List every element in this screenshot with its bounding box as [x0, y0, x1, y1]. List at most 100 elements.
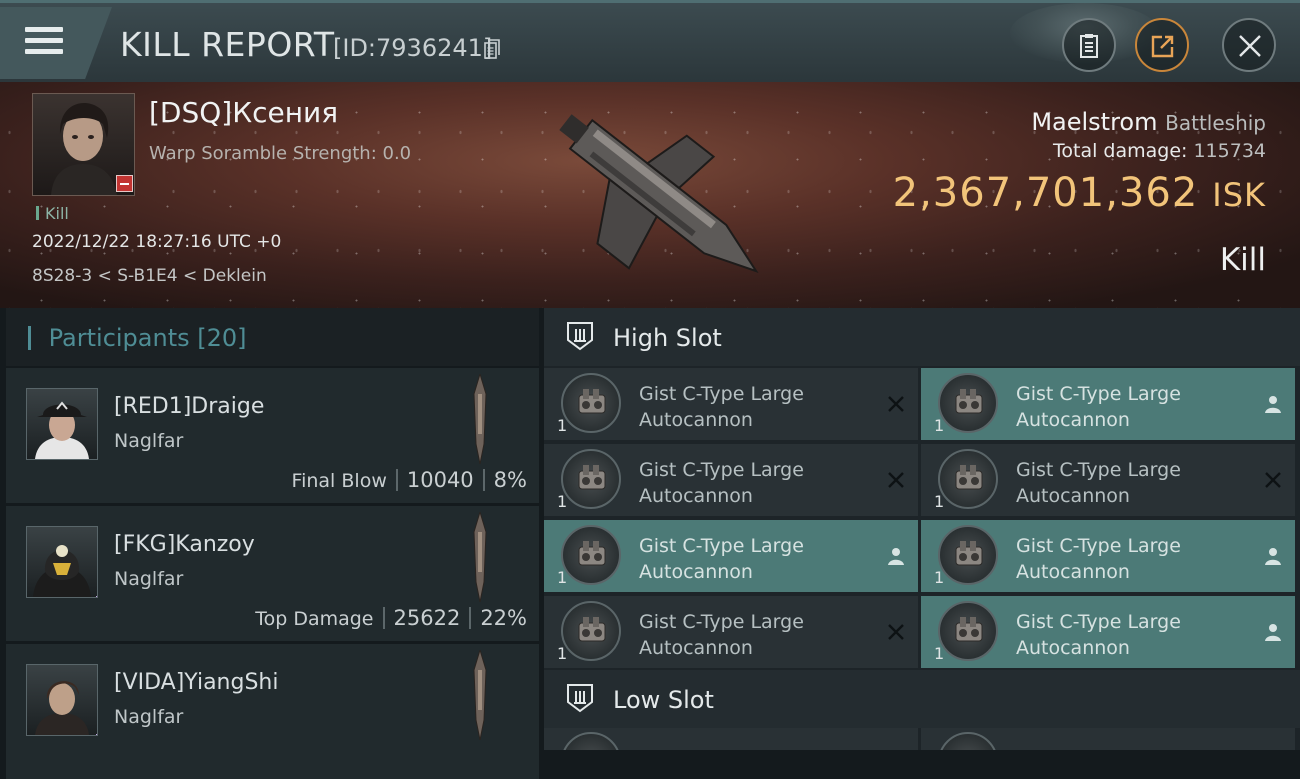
kill-location: 8S28-3 < S-B1E4 < Deklein — [32, 266, 267, 286]
low-slot-header: Low Slot — [544, 670, 1300, 728]
corp-badge-icon — [96, 734, 97, 735]
participant-avatar — [26, 526, 98, 598]
participant-stat-label: Final Blow — [291, 470, 387, 492]
low-slot-icon — [567, 684, 593, 713]
participant-damage: 25622 — [393, 606, 461, 630]
low-slot-item[interactable] — [544, 728, 918, 750]
participant-ship: Naglfar — [114, 706, 184, 728]
autocannon-module-icon — [938, 373, 998, 433]
high-slot-header: High Slot — [544, 308, 1300, 366]
autocannon-module-icon — [561, 373, 621, 433]
dropped-person-icon — [888, 548, 904, 565]
destroyed-x-icon — [888, 472, 904, 488]
kill-tag: Kill — [36, 204, 69, 223]
participant-card[interactable]: [RED1]Draige Naglfar Final Blow 10040 8% — [6, 368, 539, 503]
corp-badge-icon — [96, 596, 97, 597]
high-slot-item[interactable]: 1 Gist C-Type Large Autocannon — [544, 520, 918, 592]
high-slot-icon — [567, 322, 593, 351]
participants-label: Participants — [48, 324, 190, 352]
module-quantity: 1 — [934, 568, 945, 587]
participant-ship-image — [473, 512, 487, 602]
participant-percent: 22% — [480, 606, 527, 630]
menu-button[interactable] — [0, 7, 112, 79]
high-slot-item[interactable]: 1 Gist C-Type Large Autocannon — [921, 368, 1295, 440]
participants-header[interactable]: Participants [20] — [6, 308, 539, 366]
warp-scramble-strength: Warp Soramble Strength: 0.0 — [149, 143, 412, 164]
kill-datetime: 2022/12/22 18:27:16 UTC +0 — [32, 232, 282, 252]
module-icon — [561, 732, 621, 750]
module-quantity: 1 — [557, 492, 568, 511]
total-damage: Total damage: 115734 — [1053, 140, 1266, 162]
ship-name: Maelstrom — [1031, 108, 1158, 136]
high-slot-item[interactable]: 1 Gist C-Type Large Autocannon — [544, 368, 918, 440]
kill-result: Kill — [1219, 242, 1266, 278]
copy-icon[interactable] — [484, 39, 500, 59]
module-quantity: 1 — [934, 644, 945, 663]
module-name: Gist C-Type Large Autocannon — [1016, 383, 1181, 431]
participant-avatar — [26, 664, 98, 736]
autocannon-module-icon — [938, 449, 998, 509]
destroyed-x-icon — [888, 624, 904, 640]
clipboard-button[interactable] — [1062, 18, 1116, 72]
high-slot-item[interactable]: 1 Gist C-Type Large Autocannon — [921, 444, 1295, 516]
module-name: Gist C-Type Large Autocannon — [639, 459, 804, 507]
participants-title: Participants [20] — [28, 324, 247, 352]
module-name: Gist C-Type Large Autocannon — [1016, 535, 1181, 583]
autocannon-module-icon — [938, 525, 998, 585]
participant-card[interactable]: [FKG]Kanzoy Naglfar Top Damage 25622 22% — [6, 506, 539, 641]
participant-ship-image — [473, 374, 487, 464]
module-quantity: 1 — [934, 416, 945, 435]
close-button[interactable] — [1222, 18, 1276, 72]
high-slot-item[interactable]: 1 Gist C-Type Large Autocannon — [544, 596, 918, 668]
autocannon-module-icon — [938, 601, 998, 661]
total-damage-value: 115734 — [1193, 140, 1266, 162]
high-slot-item[interactable]: 1 Gist C-Type Large Autocannon — [544, 444, 918, 516]
low-slot-item[interactable] — [921, 728, 1295, 750]
destroyed-x-icon — [1265, 472, 1281, 488]
participants-panel: Participants [20] [RED1]Draige Naglfar F… — [6, 308, 539, 779]
autocannon-module-icon — [561, 601, 621, 661]
module-name: Gist C-Type Large Autocannon — [639, 383, 804, 431]
participant-percent: 8% — [493, 468, 527, 492]
close-icon — [1239, 35, 1261, 57]
participant-ship: Naglfar — [114, 568, 184, 590]
high-slot-label: High Slot — [613, 324, 722, 352]
participant-avatar — [26, 388, 98, 460]
victim-ship-image[interactable] — [520, 86, 800, 306]
isk-amount: 2,367,701,362 — [892, 170, 1199, 216]
share-icon — [1151, 35, 1174, 58]
isk-unit: ISK — [1212, 176, 1266, 214]
participant-stats: Final Blow 10040 8% — [292, 468, 527, 492]
fitting-panel: High Slot 1 Gist C-Type Large Autocannon 1… — [544, 308, 1300, 750]
victim-ship: Maelstrom Battleship — [1031, 108, 1266, 136]
victim-banner: [DSQ]Ксения Warp Soramble Strength: 0.0 … — [0, 82, 1300, 308]
module-quantity: 1 — [557, 568, 568, 587]
participant-card[interactable]: [VIDA]YiangShi Naglfar — [6, 644, 539, 779]
victim-name[interactable]: [DSQ]Ксения — [149, 96, 338, 129]
header-bar: KILL REPORT [ID:7936241] — [0, 0, 1300, 85]
participant-name: [RED1]Draige — [114, 394, 265, 419]
high-slot-item[interactable]: 1 Gist C-Type Large Autocannon — [921, 520, 1295, 592]
dropped-person-icon — [1265, 624, 1281, 641]
module-quantity: 1 — [934, 492, 945, 511]
module-name: Gist C-Type Large Autocannon — [639, 611, 804, 659]
ship-class: Battleship — [1165, 111, 1266, 135]
participant-stats: Top Damage 25622 22% — [255, 606, 527, 630]
module-quantity: 1 — [557, 416, 568, 435]
share-button[interactable] — [1135, 18, 1189, 72]
destroyed-x-icon — [888, 396, 904, 412]
menu-icon — [25, 27, 63, 59]
high-slot-item[interactable]: 1 Gist C-Type Large Autocannon — [921, 596, 1295, 668]
hostile-badge — [116, 175, 133, 192]
low-slot-label: Low Slot — [613, 686, 714, 714]
participant-name: [FKG]Kanzoy — [114, 532, 255, 557]
autocannon-module-icon — [561, 525, 621, 585]
participant-name: [VIDA]YiangShi — [114, 670, 279, 695]
total-damage-label: Total damage: — [1053, 140, 1188, 162]
module-quantity: 1 — [557, 644, 568, 663]
module-icon — [938, 732, 998, 750]
dropped-person-icon — [1265, 548, 1281, 565]
module-name: Gist C-Type Large Autocannon — [639, 535, 804, 583]
kill-id: [ID:7936241] — [333, 34, 493, 62]
clipboard-icon — [1080, 34, 1098, 58]
